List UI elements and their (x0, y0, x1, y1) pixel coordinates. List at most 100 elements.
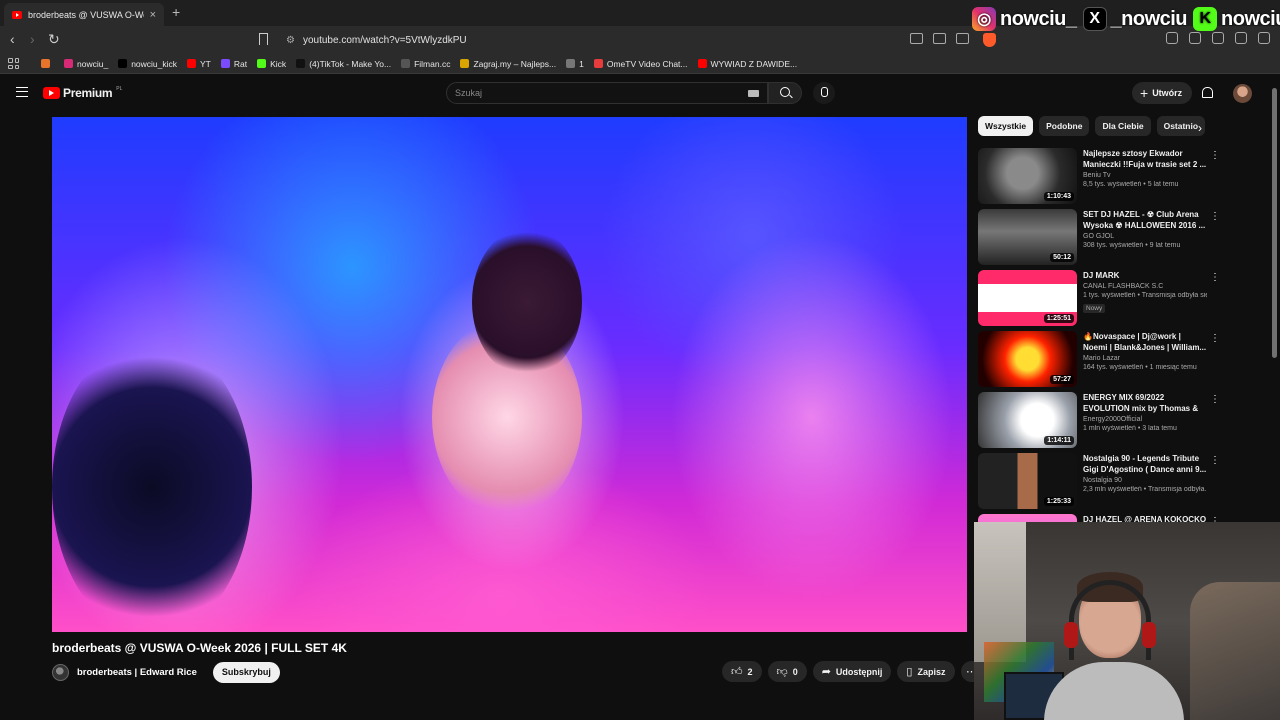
bookmark-item[interactable]: nowciu_kick (118, 59, 177, 69)
zagraj-icon (460, 59, 470, 68)
recommendation-title[interactable]: ENERGY MIX 69/2022 EVOLUTION mix by Thom… (1083, 392, 1207, 414)
search-button[interactable] (768, 82, 802, 104)
chevron-right-icon[interactable]: › (1198, 121, 1202, 135)
youtube-icon (187, 59, 197, 68)
recommendation-title[interactable]: 🔥Novaspace | Dj@work | Noemi | Blank&Jon… (1083, 331, 1207, 353)
recommendation-channel[interactable]: Energy2000Official (1083, 416, 1207, 423)
share-icon[interactable] (956, 33, 969, 44)
bookmark-label: Kick (270, 58, 287, 69)
recommendation-item[interactable]: 50:12 SET DJ HAZEL - ☢ Club Arena Wysoka … (978, 209, 1220, 270)
more-vertical-icon[interactable]: ⋮ (1210, 150, 1220, 161)
recommendation-channel[interactable]: Mario Lazar (1083, 355, 1207, 362)
bookmark-item[interactable]: YT (187, 59, 211, 69)
more-vertical-icon[interactable]: ⋮ (1210, 455, 1220, 466)
forward-icon[interactable]: › (30, 32, 35, 46)
video-thumbnail[interactable]: 50:12 (978, 209, 1077, 265)
more-vertical-icon[interactable]: ⋮ (1210, 211, 1220, 222)
notifications-bell-icon[interactable] (1202, 87, 1213, 98)
chip-all[interactable]: Wszystkie (978, 116, 1034, 136)
address-bar[interactable]: ⚙ youtube.com/watch?v=5VtWlyzdkPU (280, 30, 1000, 50)
active-tab[interactable]: broderbeats @ VUSWA O-Week × (4, 3, 164, 26)
bookmark-label: Filman.cc (414, 58, 451, 69)
dislike-button[interactable]: 👎︎ 0 (767, 661, 807, 682)
create-button[interactable]: + Utwórz (1132, 82, 1193, 104)
recommendation-item[interactable]: 1:14:11 ENERGY MIX 69/2022 EVOLUTION mix … (978, 392, 1220, 453)
stream-social-overlay: ◎ nowciu_ X _nowciu K nowciu (972, 4, 1280, 34)
bookmark-item[interactable]: 1 (566, 59, 584, 69)
save-button[interactable]: ▯ Zapisz (897, 661, 955, 682)
chip-related[interactable]: Podobne (1039, 116, 1090, 136)
more-vertical-icon[interactable]: ⋮ (1210, 333, 1220, 344)
recommendation-channel[interactable]: Beniu Tv (1083, 172, 1207, 179)
recommendation-title[interactable]: Najlepsze sztosy Ekwador Manieczki !!Fuj… (1083, 148, 1207, 170)
recommendation-channel[interactable]: Nostalgia 90 (1083, 477, 1207, 484)
search-input[interactable]: Szukaj (446, 82, 768, 104)
bookmark-item[interactable]: nowciu_ (64, 59, 108, 69)
site-info-icon[interactable]: ⚙ (286, 35, 295, 46)
recommendation-title[interactable]: DJ MARK (1083, 270, 1207, 281)
keyboard-icon[interactable] (748, 90, 759, 97)
hamburger-menu-icon[interactable] (16, 87, 28, 97)
microphone-icon[interactable] (813, 82, 835, 104)
bookmark-item[interactable] (41, 59, 54, 68)
twitch-icon (220, 59, 230, 68)
recommendation-item[interactable]: 57:27 🔥Novaspace | Dj@work | Noemi | Blan… (978, 331, 1220, 392)
channel-name[interactable]: broderbeats | Edward Rice (77, 667, 197, 678)
headset-icon (1069, 580, 1151, 660)
share-button[interactable]: ➦ Udostępnij (812, 661, 892, 682)
more-vertical-icon[interactable]: ⋮ (1210, 272, 1220, 283)
cast-icon[interactable] (910, 33, 923, 44)
more-vertical-icon[interactable]: ⋮ (1210, 394, 1220, 405)
account-avatar[interactable] (1233, 84, 1252, 103)
bookmark-item[interactable]: OmeTV Video Chat... (593, 59, 688, 69)
kick-handle: K nowciu (1193, 7, 1280, 31)
bookmark-icon[interactable] (259, 33, 268, 45)
reload-icon[interactable]: ↻ (48, 32, 60, 46)
bookmark-item[interactable]: Zagraj.my – Najleps... (460, 59, 556, 69)
subscribe-button[interactable]: Subskrybuj (212, 661, 280, 683)
video-thumbnail[interactable]: 57:27 (978, 331, 1077, 387)
bookmarks-bar: nowciu_ nowciu_kick YT Rat Kick (4)TikTok - M… (0, 54, 1280, 74)
bookmark-item[interactable]: (4)TikTok - Make Yo... (296, 59, 391, 69)
bookmark-item[interactable]: Rat (220, 59, 247, 69)
kick-icon (257, 59, 267, 68)
video-thumbnail[interactable]: 1:25:33 (978, 453, 1077, 509)
headset-ear-left (1064, 622, 1078, 648)
back-icon[interactable]: ‹ (10, 32, 15, 46)
apps-icon[interactable] (8, 58, 19, 69)
bookmark-save-icon: ▯ (906, 666, 913, 678)
video-player[interactable] (52, 117, 967, 632)
youtube-favicon-icon (12, 10, 22, 19)
tab-close-icon[interactable]: × (150, 9, 156, 21)
youtube-premium-logo[interactable]: Premium PL (43, 86, 122, 100)
new-badge: Nowy (1083, 304, 1106, 313)
recommendation-item[interactable]: 1:25:33 Nostalgia 90 - Legends Tribute Gi… (978, 453, 1220, 514)
like-button[interactable]: 👍︎ 2 (722, 661, 762, 682)
video-thumbnail[interactable]: 1:14:11 (978, 392, 1077, 448)
page-scrollbar[interactable] (1272, 88, 1277, 358)
bookmark-item[interactable]: WYWIAD Z DAWIDE... (697, 58, 798, 69)
recommendation-channel[interactable]: GO GJOL (1083, 233, 1207, 240)
recommendation-stats: 1 mln wyświetleń • 3 lata temu (1083, 425, 1177, 432)
recommendation-channel[interactable]: CANAL FLASHBACK S.C (1083, 283, 1207, 290)
webcam-person-body (1044, 662, 1184, 720)
recommendation-item[interactable]: 1:10:43 Najlepsze sztosy Ekwador Manieczk… (978, 148, 1220, 209)
video-thumbnail[interactable]: 1:10:43 (978, 148, 1077, 204)
headset-ear-right (1142, 622, 1156, 648)
video-thumbnail[interactable]: 1:25:51 (978, 270, 1077, 326)
brave-shield-icon[interactable] (983, 33, 996, 47)
bookmark-label: YT (200, 58, 211, 69)
chip-for-you[interactable]: Dla Ciebie (1095, 116, 1151, 136)
recommendation-stats: 8,5 tys. wyświetleń • 5 lat temu (1083, 181, 1179, 188)
channel-avatar[interactable] (52, 663, 69, 681)
recommendation-title[interactable]: SET DJ HAZEL - ☢ Club Arena Wysoka ☢ HAL… (1083, 209, 1207, 231)
instagram-icon (64, 59, 73, 68)
bookmark-item[interactable]: Filman.cc (401, 59, 450, 69)
bookmark-item[interactable]: Kick (257, 59, 286, 69)
recommendation-stats: 1 tys. wyświetleń • Transmisja odbyła si… (1083, 292, 1207, 299)
recommendation-title[interactable]: Nostalgia 90 - Legends Tribute Gigi D'Ag… (1083, 453, 1207, 475)
recommendation-item[interactable]: 1:25:51 DJ MARK CANAL FLASHBACK S.C 1 tys. … (978, 270, 1220, 331)
bookmark-label: WYWIAD Z DAWIDE... (710, 58, 798, 69)
zoom-icon[interactable] (933, 33, 946, 44)
new-tab-button[interactable]: + (172, 4, 180, 20)
